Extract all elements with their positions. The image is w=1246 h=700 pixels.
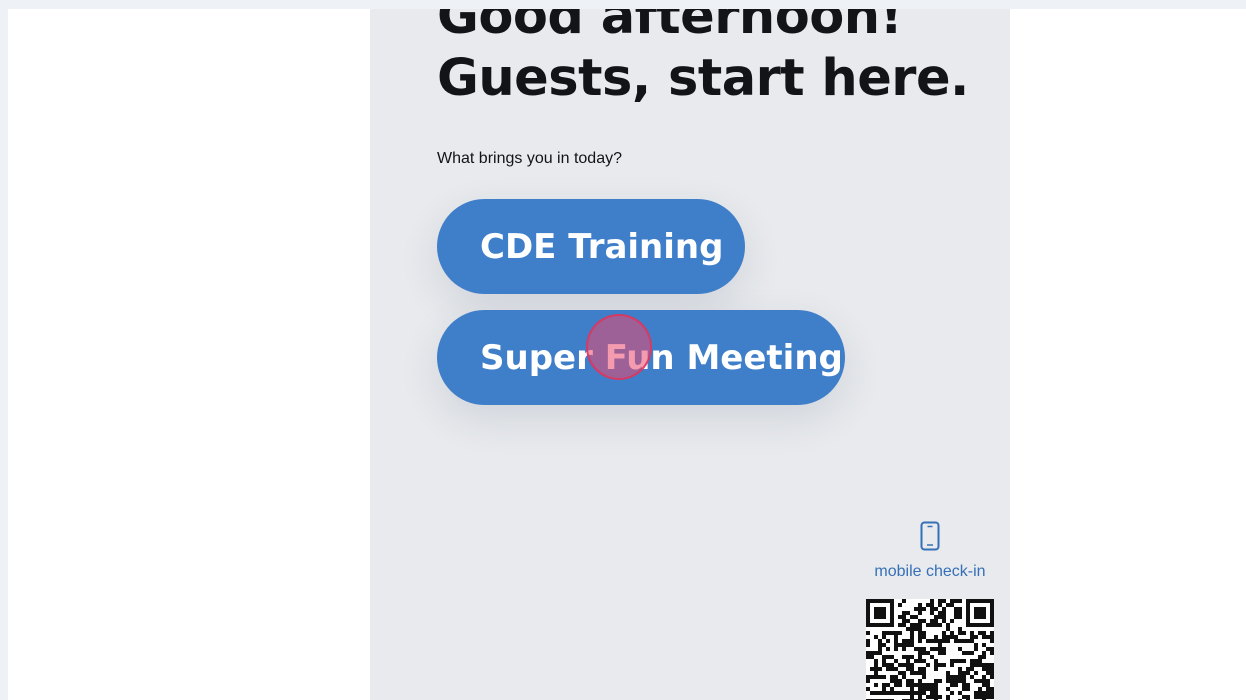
phone-icon bbox=[920, 521, 940, 551]
page-title: Guests, start here. bbox=[437, 49, 969, 108]
super-fun-meeting-button[interactable]: Super Fun Meeting bbox=[437, 310, 845, 405]
cde-training-label: CDE Training bbox=[480, 226, 724, 267]
greeting-heading: Good afternoon! bbox=[437, 9, 903, 46]
mobile-checkin-label: mobile check-in bbox=[874, 563, 986, 580]
left-background-strip bbox=[0, 0, 8, 700]
qr-code-icon bbox=[866, 599, 994, 700]
cde-training-button[interactable]: CDE Training bbox=[437, 199, 745, 294]
top-background-strip bbox=[0, 0, 1246, 9]
kiosk-panel: Good afternoon! Guests, start here. What… bbox=[370, 9, 1010, 700]
visit-reason-prompt: What brings you in today? bbox=[437, 150, 622, 167]
super-fun-meeting-label: Super Fun Meeting bbox=[480, 337, 843, 378]
mobile-checkin-link[interactable]: mobile check-in bbox=[860, 521, 1000, 581]
